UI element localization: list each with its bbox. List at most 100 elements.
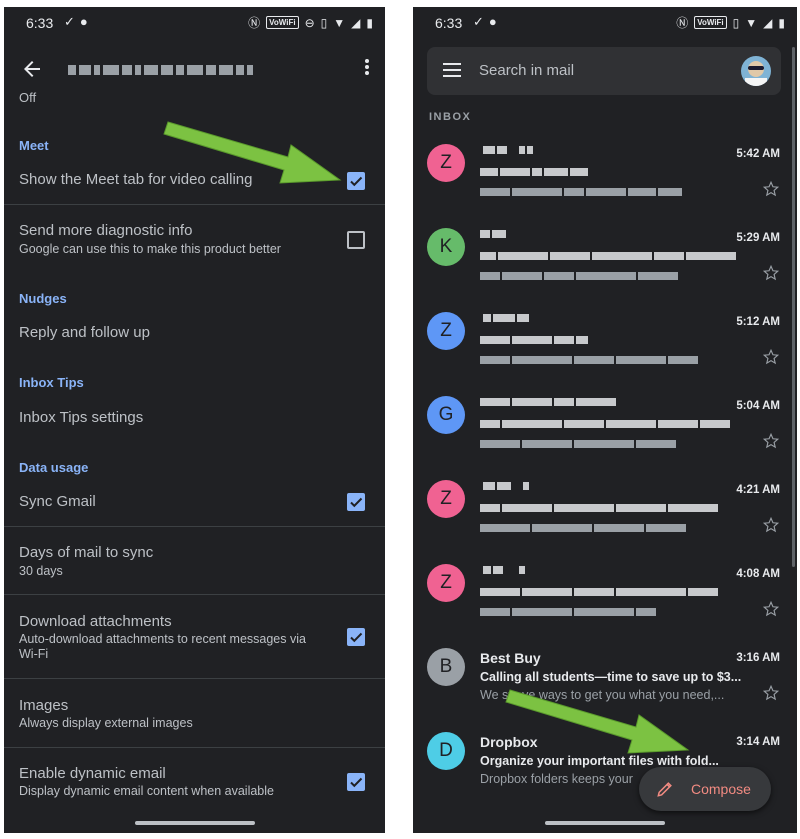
dynamic-email-subtitle: Display dynamic email content when avail…	[19, 784, 274, 798]
images-setting[interactable]: Images	[19, 697, 68, 714]
blurred-subject	[480, 588, 718, 596]
email-time: 3:16 AM	[736, 652, 780, 664]
email-snippet: We st...ve ways to get you what you need…	[480, 688, 725, 702]
search-bar[interactable]: Search in mail	[427, 47, 781, 95]
email-time: 3:14 AM	[736, 736, 780, 748]
missed-call-icon: ✓	[473, 14, 484, 29]
pencil-icon	[657, 782, 672, 797]
blurred-snippet	[480, 440, 676, 448]
days-sync-setting[interactable]: Days of mail to sync	[19, 544, 153, 561]
star-icon[interactable]	[762, 684, 780, 702]
email-row[interactable]: Z 5:42 AM	[413, 144, 797, 228]
account-avatar[interactable]	[741, 56, 771, 86]
status-bar: 6:33 ✓ ● Ⓝ VoWiFi ▯ ▼ ◢ ▮	[413, 7, 797, 39]
blurred-snippet	[480, 356, 698, 364]
images-subtitle: Always display external images	[19, 716, 193, 730]
email-row[interactable]: Z 5:12 AM	[413, 312, 797, 396]
vibrate-icon: ▯	[732, 15, 740, 30]
nfc-icon: Ⓝ	[248, 16, 261, 30]
divider	[4, 526, 385, 527]
compose-button[interactable]: Compose	[639, 767, 771, 811]
email-row[interactable]: K 5:29 AM	[413, 228, 797, 312]
nfc-icon: Ⓝ	[676, 16, 689, 30]
more-options-icon[interactable]	[363, 57, 371, 81]
star-icon[interactable]	[762, 180, 780, 198]
meet-tab-checkbox[interactable]	[347, 172, 365, 190]
sync-gmail-checkbox[interactable]	[347, 493, 365, 511]
blurred-snippet	[480, 272, 678, 280]
scrollbar[interactable]	[792, 47, 795, 567]
section-data-usage: Data usage	[19, 460, 89, 475]
email-time: 5:04 AM	[736, 400, 780, 412]
sender-avatar: Z	[427, 564, 465, 602]
download-attachments-subtitle: Auto-download attachments to recent mess…	[19, 632, 306, 646]
wifi-icon: ▼	[745, 15, 758, 30]
dynamic-email-setting[interactable]: Enable dynamic email	[19, 765, 166, 782]
compose-label: Compose	[691, 781, 751, 797]
email-time: 4:21 AM	[736, 484, 780, 496]
status-bar: 6:33 ✓ ● Ⓝ VoWiFi ⊖ ▯ ▼ ◢ ▮	[4, 7, 385, 39]
blurred-subject	[480, 504, 718, 512]
divider	[4, 747, 385, 748]
blurred-sender	[480, 230, 506, 238]
email-subject: Organize your important files with fold.…	[480, 754, 719, 768]
diagnostics-checkbox[interactable]	[347, 231, 365, 249]
email-row[interactable]: Z 4:08 AM	[413, 564, 797, 648]
email-sender: Dropbox	[480, 734, 538, 750]
email-sender: Best Buy	[480, 650, 541, 666]
inbox-label: INBOX	[429, 111, 472, 123]
dynamic-email-checkbox[interactable]	[347, 773, 365, 791]
gesture-nav-handle[interactable]	[134, 821, 255, 825]
settings-screen: 6:33 ✓ ● Ⓝ VoWiFi ⊖ ▯ ▼ ◢ ▮ Off Meet Sho…	[4, 7, 385, 833]
vibrate-icon: ▯	[320, 15, 328, 30]
divider	[4, 204, 385, 205]
missed-call-icon: ✓	[64, 14, 75, 29]
star-icon[interactable]	[762, 516, 780, 534]
sender-avatar: D	[427, 732, 465, 770]
gesture-nav-handle[interactable]	[545, 821, 665, 825]
divider	[4, 678, 385, 679]
top-setting-value: Off	[19, 90, 37, 105]
sync-gmail-setting[interactable]: Sync Gmail	[19, 493, 96, 510]
section-nudges: Nudges	[19, 291, 67, 306]
sender-avatar: Z	[427, 480, 465, 518]
download-attachments-setting[interactable]: Download attachments	[19, 613, 172, 630]
messenger-icon: ●	[488, 14, 497, 29]
star-icon[interactable]	[762, 432, 780, 450]
blurred-subject	[480, 252, 736, 260]
star-icon[interactable]	[762, 348, 780, 366]
email-row-best-buy[interactable]: B Best Buy Calling all students—time to …	[413, 648, 797, 732]
section-inbox-tips: Inbox Tips	[19, 375, 84, 390]
email-subject: Calling all students—time to save up to …	[480, 670, 742, 684]
email-row[interactable]: G 5:04 AM	[413, 396, 797, 480]
email-time: 5:42 AM	[736, 148, 780, 160]
sender-avatar: B	[427, 648, 465, 686]
email-time: 4:08 AM	[736, 568, 780, 580]
battery-icon: ▮	[778, 15, 785, 30]
diagnostics-setting[interactable]: Send more diagnostic info	[19, 222, 192, 239]
meet-tab-setting[interactable]: Show the Meet tab for video calling	[19, 171, 252, 188]
email-time: 5:29 AM	[736, 232, 780, 244]
inbox-tips-setting[interactable]: Inbox Tips settings	[19, 409, 143, 426]
blurred-sender	[483, 314, 529, 322]
email-time: 5:12 AM	[736, 316, 780, 328]
star-icon[interactable]	[762, 264, 780, 282]
blurred-sender	[483, 146, 533, 154]
dnd-icon: ⊖	[304, 15, 315, 30]
reply-follow-setting[interactable]: Reply and follow up	[19, 324, 150, 341]
blurred-subject	[480, 336, 588, 344]
download-attachments-checkbox[interactable]	[347, 628, 365, 646]
star-icon[interactable]	[762, 600, 780, 618]
days-sync-value: 30 days	[19, 564, 63, 578]
blurred-snippet	[480, 524, 686, 532]
vowifi-badge: VoWiFi	[694, 16, 727, 29]
sender-avatar: G	[427, 396, 465, 434]
app-bar	[4, 47, 385, 97]
back-arrow-icon[interactable]	[20, 57, 44, 81]
email-row[interactable]: Z 4:21 AM	[413, 480, 797, 564]
search-placeholder[interactable]: Search in mail	[479, 62, 574, 79]
download-attachments-subtitle-2: Wi-Fi	[19, 647, 49, 661]
blurred-subject	[480, 420, 730, 428]
blurred-snippet	[480, 188, 682, 196]
hamburger-menu-icon[interactable]	[443, 63, 461, 79]
